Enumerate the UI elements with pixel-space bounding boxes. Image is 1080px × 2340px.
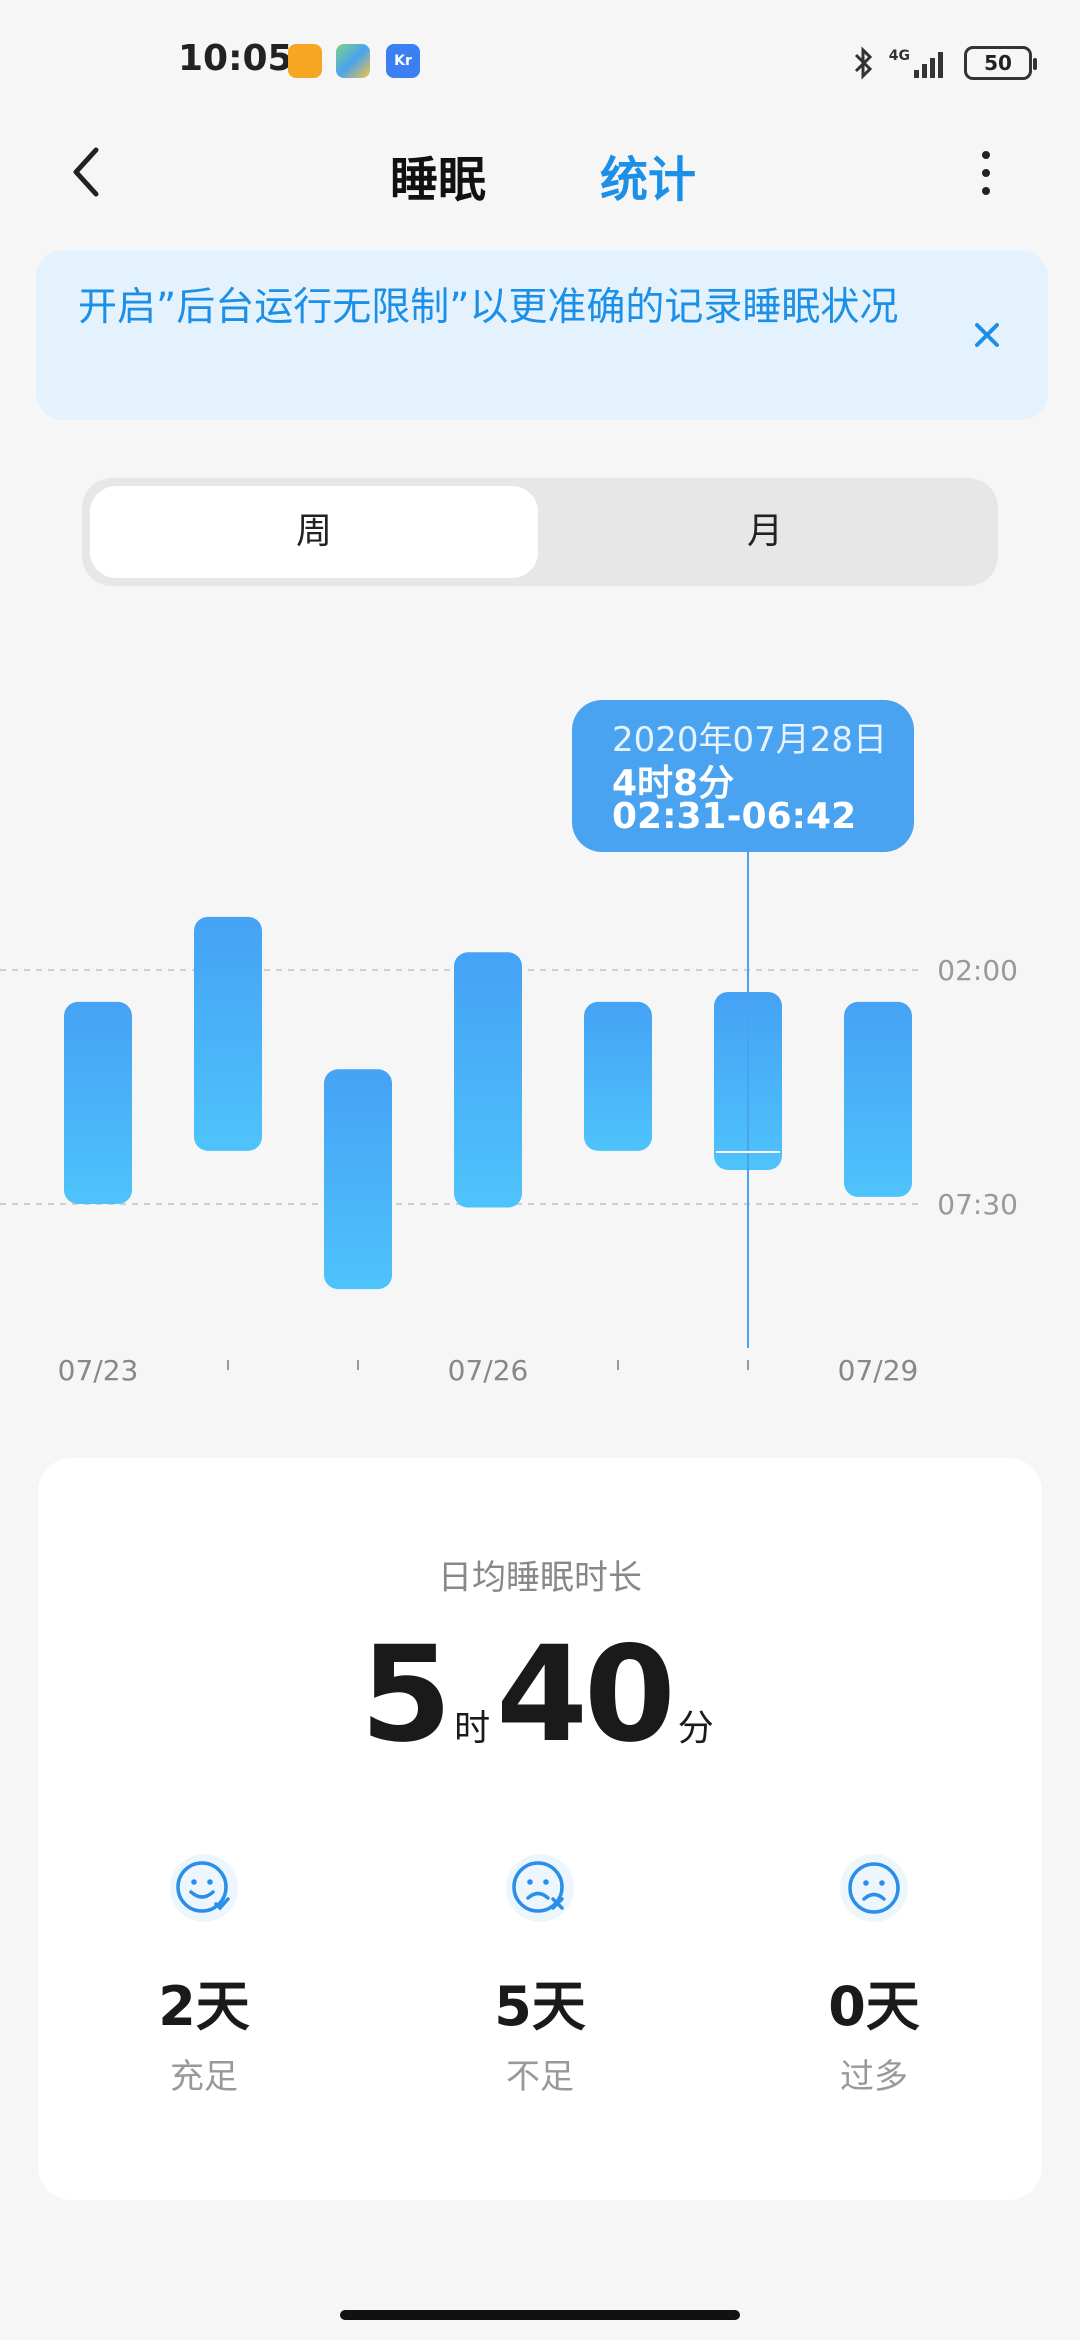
average-sleep-label: 日均睡眠时长 (438, 1558, 642, 1598)
home-indicator[interactable] (340, 2310, 740, 2320)
sleep-bar[interactable] (844, 1001, 912, 1197)
chevron-left-icon (73, 147, 99, 197)
x-axis-label: 07/29 (838, 1354, 919, 1387)
tooltip-time-range: 02:31-06:42 (612, 796, 857, 837)
stat-icon-container (506, 1854, 574, 1922)
stat-excessive: 0天 过多 (734, 1854, 1014, 2098)
36kr-app-icon: Kr (386, 44, 420, 78)
sleep-bar[interactable] (324, 1069, 392, 1290)
y-axis-label: 07:30 (937, 1188, 1018, 1221)
dot (982, 187, 990, 195)
tab-week[interactable]: 周 (90, 486, 538, 578)
more-vertical-icon (982, 151, 990, 159)
stat-icon-container (170, 1854, 238, 1922)
hours-unit: 时 (454, 1708, 491, 1749)
banner-message: 开启”后台运行无限制”以更准确的记录睡眠状况 (78, 285, 899, 330)
app-icon (336, 44, 370, 78)
sleep-chart: 07/23 07/26 07/29 02:00 07:30 (0, 850, 1018, 1387)
back-button[interactable] (60, 136, 120, 206)
frown-icon (848, 1862, 900, 1914)
status-time: 10:05 (178, 38, 293, 79)
tab-month[interactable]: 月 (540, 486, 990, 578)
bluetooth-icon (854, 46, 872, 80)
tab-statistics[interactable]: 统计 (600, 140, 696, 210)
stat-label: 不足 (506, 2057, 574, 2097)
sleep-bar[interactable] (194, 916, 262, 1151)
notes-app-icon (288, 44, 322, 78)
stat-value: 0天 (828, 1975, 920, 2038)
x-axis-label: 07/23 (58, 1354, 139, 1387)
network-type: 4G (888, 48, 910, 64)
banner-close-button[interactable] (962, 310, 1012, 360)
stat-icon-container (840, 1854, 908, 1922)
battery-icon: 50 (964, 46, 1037, 80)
signal-indicator: 4G (889, 48, 950, 78)
chart-tooltip: 2020年07月28日 4时8分 02:31-06:42 (572, 700, 914, 852)
background-run-banner[interactable]: 开启”后台运行无限制”以更准确的记录睡眠状况 (36, 250, 1048, 420)
minutes-unit: 分 (677, 1708, 714, 1749)
summary-card: 日均睡眠时长 5 时40 分 2天 充足 5天 不足 0天 过多 (38, 1458, 1042, 2200)
tab-sleep[interactable]: 睡眠 (390, 140, 486, 210)
stat-insufficient: 5天 不足 (400, 1854, 680, 2098)
frown-x-icon (512, 1861, 564, 1913)
close-icon (975, 323, 999, 347)
stat-label: 充足 (170, 2057, 238, 2097)
stat-sufficient: 2天 充足 (64, 1854, 344, 2098)
dot (982, 169, 990, 177)
signal-icon (914, 52, 943, 78)
smile-check-icon (176, 1861, 230, 1913)
status-indicators: 4G 50 (851, 40, 1037, 86)
sleep-bar[interactable] (64, 1001, 132, 1204)
stat-value: 2天 (158, 1975, 250, 2038)
more-options-button[interactable] (966, 138, 1006, 208)
x-axis-label: 07/26 (448, 1354, 529, 1387)
y-axis-label: 02:00 (937, 954, 1018, 987)
minutes-value: 40 (496, 1618, 676, 1772)
hours-value: 5 (360, 1618, 452, 1772)
sleep-bar[interactable] (584, 1001, 652, 1151)
sleep-bar[interactable] (454, 952, 522, 1208)
period-switch: 周 月 (82, 478, 998, 586)
average-sleep-value: 5 时40 分 (38, 1618, 1042, 1772)
stat-label: 过多 (840, 2057, 908, 2097)
stat-value: 5天 (494, 1975, 586, 2038)
